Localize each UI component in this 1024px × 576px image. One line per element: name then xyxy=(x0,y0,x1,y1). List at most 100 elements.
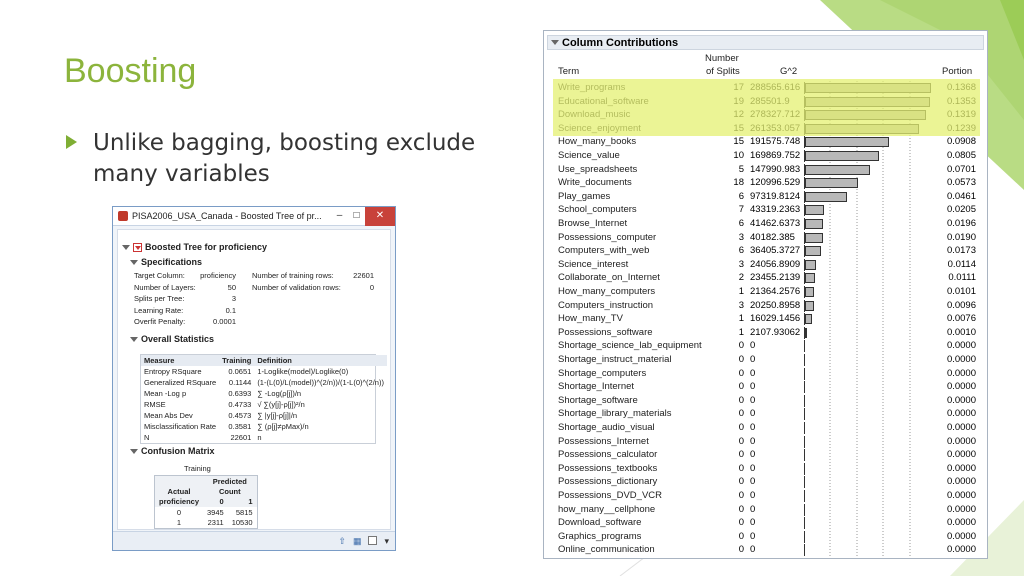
splits-value: 0 xyxy=(738,449,744,461)
disclosure-icon[interactable] xyxy=(130,336,138,342)
term-label: Possessions_software xyxy=(558,326,653,338)
portion-bar xyxy=(805,259,816,270)
portion-value: 0.0573 xyxy=(946,177,976,189)
g2-value: 0 xyxy=(750,340,756,352)
col-header-splits-1: Number xyxy=(705,53,739,64)
portion-value: 0.0000 xyxy=(946,354,976,365)
disclosure-icon[interactable] xyxy=(130,448,138,454)
term-label: Shortage_computers xyxy=(558,367,647,379)
stats-cell: (1-(L(0)/L(model))^(2/n))/(1-L(0)^(2/n)) xyxy=(257,378,384,387)
spec-value: 3 xyxy=(231,294,236,303)
spec-value: 0.0001 xyxy=(213,317,236,326)
portion-value: 0.0111 xyxy=(948,272,976,284)
g2-value: 43319.2363 xyxy=(750,204,801,216)
term-label: Collaborate_on_Internet xyxy=(558,272,660,284)
portion-bar-track xyxy=(804,245,936,258)
portion-value: 0.0805 xyxy=(946,150,976,161)
g2-value: 0 xyxy=(750,490,756,501)
maximize-button[interactable]: □ xyxy=(348,207,365,226)
portion-value: 0.0908 xyxy=(946,136,976,148)
splits-value: 3 xyxy=(738,299,744,311)
spec-label: Number of validation rows: xyxy=(252,282,341,292)
portion-value: 0.0000 xyxy=(946,449,976,461)
disclosure-icon[interactable] xyxy=(551,40,559,45)
portion-value: 0.0101 xyxy=(946,286,976,297)
spec-value: proficiency xyxy=(200,271,236,280)
term-label: Possessions_computer xyxy=(558,231,657,243)
disclosure-icon[interactable] xyxy=(122,244,130,250)
disclosure-icon[interactable] xyxy=(130,259,138,265)
portion-bar-track xyxy=(804,449,936,462)
term-label: Computers_with_web xyxy=(558,245,650,257)
g2-value: 0 xyxy=(750,408,756,420)
portion-value: 0.0461 xyxy=(946,190,976,202)
red-triangle-menu-icon[interactable] xyxy=(133,242,142,252)
specifications-header[interactable]: Specifications xyxy=(130,255,202,269)
term-label: Possessions_Internet xyxy=(558,435,649,447)
stats-cell: 0.4733 xyxy=(228,400,252,409)
stats-row: Mean -Log p 0.6393 ∑ -Log(ρ[j])/n xyxy=(141,388,387,399)
splits-value: 0 xyxy=(738,394,744,406)
g2-value: 0 xyxy=(750,422,756,433)
stats-col-header: Definition xyxy=(257,356,292,365)
stats-cell: N xyxy=(144,433,150,442)
portion-value: 0.0000 xyxy=(946,490,976,501)
splits-value: 6 xyxy=(738,245,744,257)
minimize-button[interactable]: – xyxy=(331,207,348,226)
dropdown-icon[interactable]: ▾ xyxy=(384,536,389,547)
splits-value: 0 xyxy=(738,462,744,474)
term-label: Shortage_software xyxy=(558,394,638,406)
g2-value: 0 xyxy=(750,354,756,365)
grid-icon[interactable]: ▦ xyxy=(353,536,362,547)
stats-cell: 0.3581 xyxy=(228,422,252,431)
g2-value: 120996.529 xyxy=(750,177,801,189)
term-label: Online_communication xyxy=(558,544,655,556)
proficiency-label: proficiency xyxy=(159,497,200,507)
term-label: Shortage_library_materials xyxy=(558,408,672,420)
term-label: Possessions_calculator xyxy=(558,449,658,461)
term-label: Science_value xyxy=(558,150,620,161)
splits-value: 0 xyxy=(738,503,744,515)
close-button[interactable]: ✕ xyxy=(365,207,395,226)
up-arrow-icon[interactable]: ⇧ xyxy=(338,536,346,547)
splits-value: 10 xyxy=(733,150,744,161)
term-label: Browse_Internet xyxy=(558,218,628,229)
column-contributions-header[interactable]: Column Contributions xyxy=(547,35,984,50)
splits-value: 15 xyxy=(733,136,744,148)
bullet-arrow-icon xyxy=(66,135,77,149)
g2-value: 20250.8958 xyxy=(750,299,801,311)
stats-cell: ∑ (ρ[j]≠ρMax)/n xyxy=(257,422,309,431)
stats-row: Misclassification Rate 0.3581 ∑ (ρ[j]≠ρMax… xyxy=(141,421,387,432)
splits-value: 0 xyxy=(738,381,744,393)
portion-bar-track xyxy=(804,517,936,530)
splits-value: 0 xyxy=(738,408,744,420)
portion-bar xyxy=(805,205,824,216)
g2-value: 0 xyxy=(750,462,756,474)
window-titlebar[interactable]: PISA2006_USA_Canada - Boosted Tree of pr… xyxy=(113,207,395,226)
highlight-overlay xyxy=(553,79,980,136)
splits-value: 6 xyxy=(738,218,744,229)
checkbox-icon[interactable] xyxy=(368,535,378,547)
portion-bar xyxy=(805,164,870,175)
stats-row: Entropy RSquare 0.0651 1-Loglike(model)/Lo… xyxy=(141,366,387,377)
stats-cell: Misclassification Rate xyxy=(144,422,217,431)
portion-bar-track xyxy=(804,503,936,516)
portion-bar xyxy=(805,178,858,189)
term-label: Play_games xyxy=(558,190,611,202)
cm-cell: 2311 xyxy=(207,518,224,527)
stats-cell: 22601 xyxy=(230,433,252,442)
confusion-matrix-header[interactable]: Confusion Matrix xyxy=(130,444,215,458)
report-header[interactable]: Boosted Tree for proficiency xyxy=(122,240,267,254)
g2-value: 0 xyxy=(750,367,756,379)
stats-cell: Entropy RSquare xyxy=(144,367,202,376)
term-label: Possessions_dictionary xyxy=(558,476,658,488)
portion-bar-track xyxy=(804,476,936,489)
stats-cell: RMSE xyxy=(144,400,166,409)
spec-value: 22601 xyxy=(353,271,374,280)
col-header-term: Term xyxy=(558,66,580,77)
portion-bar-track xyxy=(804,530,936,543)
term-label: Shortage_audio_visual xyxy=(558,422,655,433)
overall-statistics-header[interactable]: Overall Statistics xyxy=(130,332,214,346)
stats-cell: Generalized RSquare xyxy=(144,378,217,387)
portion-bar-track xyxy=(804,150,936,162)
